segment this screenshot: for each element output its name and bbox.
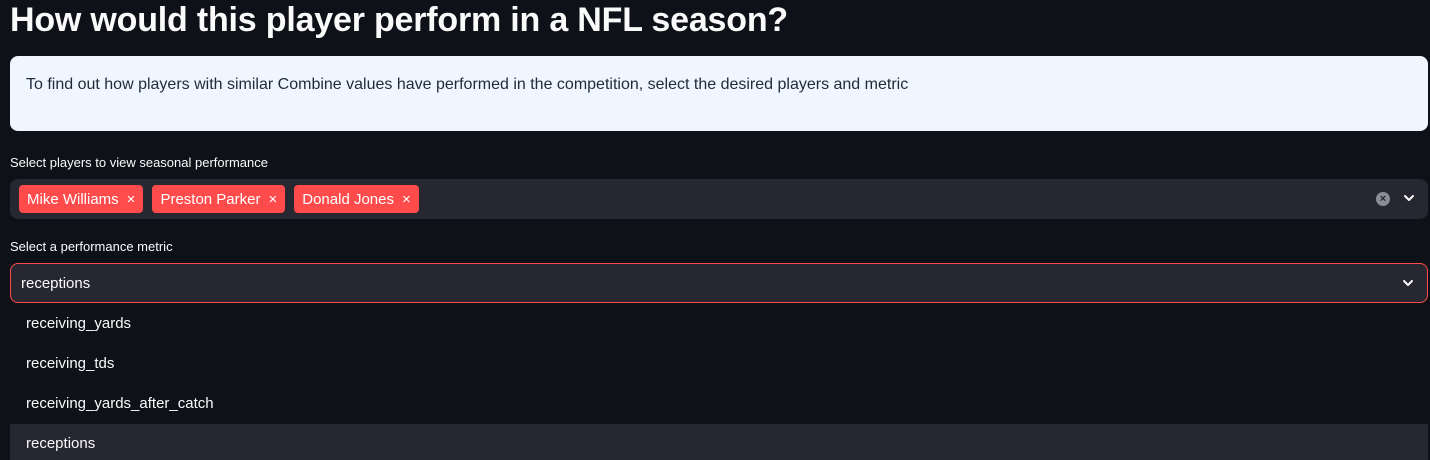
players-select-label: Select players to view seasonal performa… (10, 155, 268, 170)
player-tag-label: Donald Jones (302, 190, 394, 208)
metric-select-label: Select a performance metric (10, 239, 173, 254)
clear-circle-icon[interactable]: × (1376, 192, 1390, 206)
player-tag[interactable]: Preston Parker × (152, 185, 286, 213)
app-page: How would this player perform in a NFL s… (0, 0, 1430, 460)
player-tag-label: Mike Williams (27, 190, 119, 208)
players-tags: Mike Williams × Preston Parker × Donald … (19, 185, 419, 213)
metric-select-value: receptions (21, 275, 91, 292)
page-title: How would this player perform in a NFL s… (10, 1, 788, 39)
dropdown-option[interactable]: receiving_yards (10, 304, 1428, 344)
info-box: To find out how players with similar Com… (10, 56, 1428, 131)
players-multiselect[interactable]: Mike Williams × Preston Parker × Donald … (10, 179, 1428, 219)
player-tag[interactable]: Donald Jones × (294, 185, 419, 213)
player-tag[interactable]: Mike Williams × (19, 185, 144, 213)
player-tag-label: Preston Parker (160, 190, 261, 208)
metric-dropdown-list: receiving_yards receiving_tds receiving_… (10, 304, 1428, 460)
dropdown-option[interactable]: receiving_tds (10, 344, 1428, 384)
close-icon[interactable]: × (127, 191, 136, 208)
metric-select[interactable]: receptions (10, 263, 1428, 303)
chevron-down-icon[interactable] (1401, 276, 1415, 290)
dropdown-option-selected[interactable]: receptions (10, 424, 1428, 460)
close-icon[interactable]: × (268, 191, 277, 208)
close-icon[interactable]: × (402, 191, 411, 208)
info-text: To find out how players with similar Com… (26, 76, 909, 93)
chevron-down-icon[interactable] (1402, 191, 1416, 205)
dropdown-option[interactable]: receiving_yards_after_catch (10, 384, 1428, 424)
